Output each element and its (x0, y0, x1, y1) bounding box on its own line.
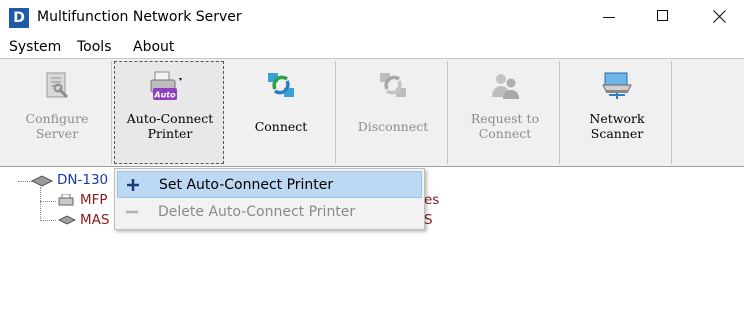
toolbar: Configure Server Auto Auto-Connect Printer… (0, 58, 744, 167)
configure-server-icon (46, 72, 69, 99)
menu-bar: System Tools About (0, 36, 744, 58)
minus-icon (126, 210, 138, 214)
menu-about[interactable]: About (133, 38, 174, 56)
maximize-icon (657, 10, 668, 21)
window-title: Multifunction Network Server (37, 9, 242, 25)
network-scanner-icon (602, 72, 632, 99)
connect-icon (268, 73, 294, 97)
auto-connect-label-line1: Auto-Connect (126, 111, 214, 126)
delete-auto-connect-label: Delete Auto-Connect Printer (158, 204, 356, 220)
connect-label: Connect (254, 119, 308, 134)
tree-connector (40, 201, 56, 202)
request-label-line2: Connect (478, 126, 532, 141)
close-icon (713, 10, 726, 23)
context-menu: Set Auto-Connect Printer Delete Auto-Con… (114, 168, 425, 230)
menu-item-delete-auto-connect-printer[interactable]: Delete Auto-Connect Printer (117, 199, 422, 226)
set-auto-connect-label: Set Auto-Connect Printer (159, 177, 334, 193)
close-button[interactable] (696, 0, 742, 34)
menu-system[interactable]: System (9, 38, 61, 56)
auto-connect-label-line2: Printer (147, 126, 193, 141)
tree-root-node[interactable]: DN-130 (57, 172, 108, 189)
request-label-line1: Request to (470, 111, 540, 126)
scanner-label-line2: Scanner (590, 126, 644, 141)
menu-tools[interactable]: Tools (77, 38, 112, 56)
minimize-button[interactable] (586, 0, 632, 34)
configure-label-line1: Configure (25, 111, 89, 126)
auto-connect-printer-button[interactable]: Auto Auto-Connect Printer (114, 61, 224, 164)
tree-node-mas[interactable]: MAS (80, 212, 109, 229)
disconnect-icon (380, 73, 406, 97)
request-to-connect-button[interactable]: Request to Connect (450, 61, 560, 164)
server-icon (30, 175, 54, 187)
configure-server-button[interactable]: Configure Server (2, 61, 112, 164)
tree-connector (40, 220, 56, 221)
tree-node-mas-fragment: S (424, 212, 433, 228)
minimize-icon (603, 17, 615, 18)
app-icon: D (9, 8, 29, 28)
connect-button[interactable]: Connect (226, 61, 336, 164)
printer-icon (58, 194, 74, 206)
storage-icon (58, 215, 76, 225)
disconnect-button[interactable]: Disconnect (338, 61, 448, 164)
tree-node-mfp-fragment: es (424, 192, 440, 208)
request-to-connect-icon (492, 74, 519, 99)
network-scanner-button[interactable]: Network Scanner (562, 61, 672, 164)
menu-item-set-auto-connect-printer[interactable]: Set Auto-Connect Printer (117, 171, 422, 198)
tree-connector (40, 187, 41, 221)
maximize-button[interactable] (640, 0, 686, 34)
plus-icon (127, 179, 139, 191)
scanner-label-line1: Network (589, 111, 645, 126)
auto-badge-text: Auto (153, 91, 176, 100)
configure-label-line2: Server (35, 126, 79, 141)
disconnect-label: Disconnect (357, 119, 429, 134)
auto-connect-printer-icon: Auto (150, 71, 182, 100)
tree-node-mfp[interactable]: MFP (80, 192, 108, 209)
title-bar: D Multifunction Network Server (0, 0, 744, 34)
